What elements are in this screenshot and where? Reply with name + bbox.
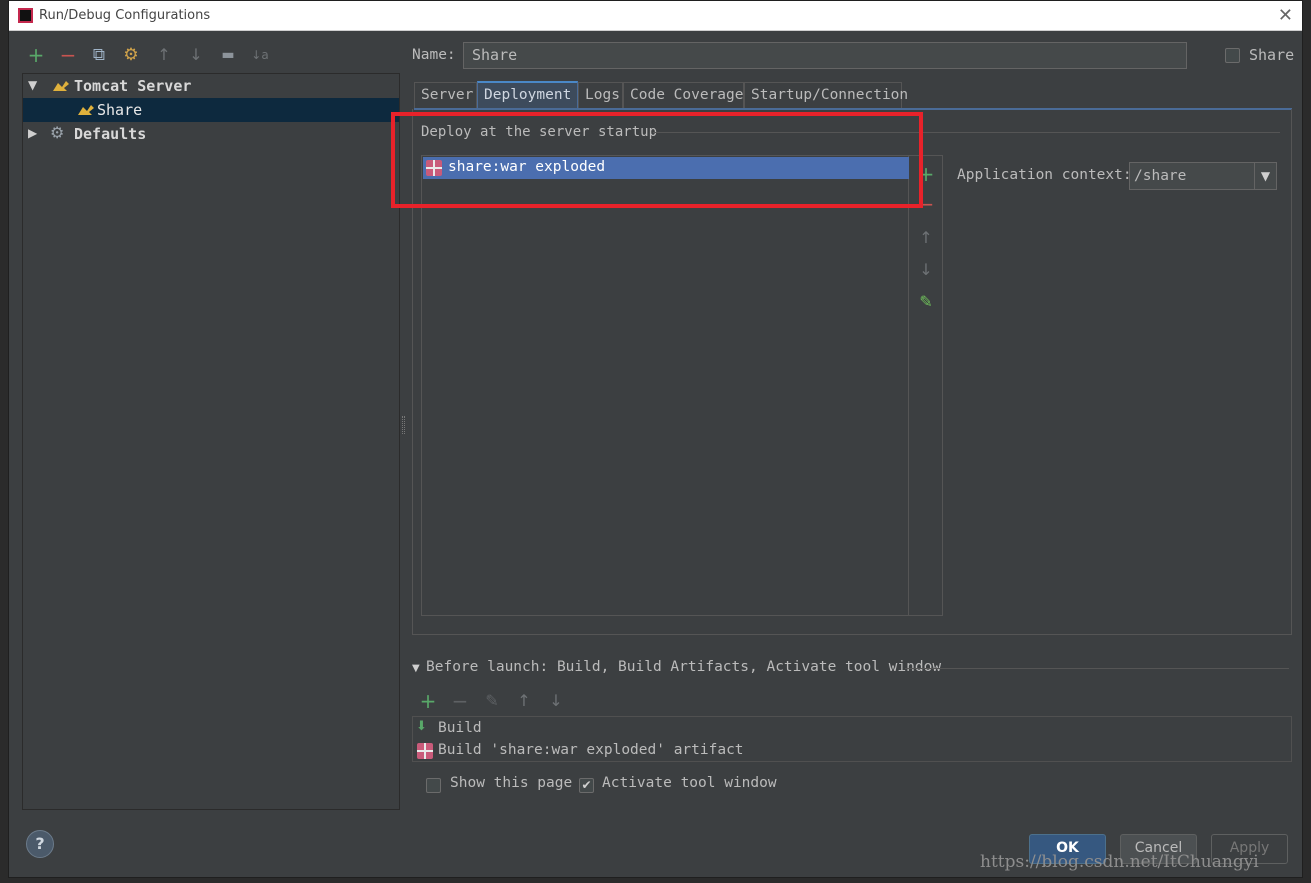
- share-checkbox[interactable]: [1225, 48, 1240, 63]
- build-icon: ⬇: [416, 719, 427, 734]
- artifact-icon: [417, 743, 433, 759]
- share-checkbox-label: Share: [1249, 46, 1295, 64]
- show-page-label: Show this page: [450, 775, 573, 791]
- intellij-app-icon: [18, 8, 33, 23]
- add-task-icon[interactable]: +: [418, 689, 438, 713]
- splitter-handle[interactable]: [402, 416, 405, 434]
- tree-item-share[interactable]: Share: [23, 98, 399, 122]
- tree-item-defaults[interactable]: ▶ ⚙ Defaults: [23, 122, 399, 146]
- list-item[interactable]: ⬇ Build: [413, 718, 1291, 740]
- activate-tool-label: Activate tool window: [602, 775, 777, 791]
- tree-item-tomcat-server[interactable]: ▼ Tomcat Server: [23, 74, 399, 98]
- collapsed-arrow-icon[interactable]: ▶: [28, 126, 37, 140]
- deployment-toolbar: + − ↑ ↓ ✎: [909, 155, 943, 616]
- tab-startup-connection[interactable]: Startup/Connection: [744, 82, 908, 109]
- folder-icon[interactable]: ▬: [218, 45, 238, 65]
- highlight-annotation: [391, 112, 923, 208]
- copy-config-icon[interactable]: ⧉: [89, 45, 109, 65]
- tree-item-label: Tomcat Server: [74, 77, 192, 95]
- move-up-icon[interactable]: ↑: [514, 691, 534, 710]
- add-config-button[interactable]: +: [26, 45, 46, 65]
- tree-item-label: Share: [97, 101, 143, 119]
- tab-logs[interactable]: Logs: [578, 82, 623, 109]
- chevron-down-icon[interactable]: ▼: [1254, 163, 1276, 189]
- name-input[interactable]: Share: [463, 42, 1187, 69]
- help-button[interactable]: ?: [26, 830, 54, 858]
- move-down-icon[interactable]: ↓: [186, 45, 206, 65]
- list-item[interactable]: Build 'share:war exploded' artifact: [413, 740, 1291, 762]
- sort-icon[interactable]: ↓a: [250, 45, 270, 65]
- dialog-window: Run/Debug Configurations ✕ + − ⧉ ⚙ ↑ ↓ ▬…: [8, 0, 1303, 878]
- move-down-icon[interactable]: ↓: [546, 691, 566, 710]
- edit-defaults-icon[interactable]: ⚙: [121, 45, 141, 65]
- name-label: Name:: [412, 47, 456, 63]
- remove-config-button[interactable]: −: [58, 45, 78, 65]
- tree-item-label: Defaults: [74, 125, 147, 143]
- show-page-checkbox[interactable]: [426, 778, 441, 793]
- tab-code-coverage[interactable]: Code Coverage: [623, 82, 744, 109]
- tab-server[interactable]: Server: [414, 82, 477, 109]
- move-up-icon[interactable]: ↑: [154, 45, 174, 65]
- edit-pencil-icon[interactable]: ✎: [916, 292, 936, 311]
- close-icon[interactable]: ✕: [1278, 5, 1293, 26]
- move-down-icon[interactable]: ↓: [916, 260, 936, 279]
- tomcat-icon: [78, 105, 94, 115]
- tab-deployment[interactable]: Deployment: [477, 81, 578, 109]
- wrench-icon: ⚙: [50, 123, 65, 142]
- section-divider: [905, 668, 1289, 669]
- move-up-icon[interactable]: ↑: [916, 228, 936, 247]
- app-context-label: Application context:: [957, 167, 1132, 183]
- edit-task-icon[interactable]: ✎: [482, 691, 502, 710]
- app-context-value: /share: [1134, 168, 1187, 184]
- remove-task-icon[interactable]: −: [450, 689, 470, 713]
- activate-tool-checkbox[interactable]: ✔: [579, 778, 594, 793]
- watermark-text: https://blog.csdn.net/ItChuangyi: [980, 852, 1259, 872]
- app-context-combobox[interactable]: /share ▼: [1129, 162, 1277, 190]
- configuration-tree: ▼ Tomcat Server Share ▶ ⚙ Defaults: [22, 73, 400, 810]
- before-launch-list: ⬇ Build Build 'share:war exploded' artif…: [412, 716, 1292, 762]
- expanded-arrow-icon[interactable]: ▼: [28, 78, 37, 92]
- list-item-label: Build: [438, 720, 482, 736]
- title-bar: Run/Debug Configurations ✕: [9, 1, 1302, 31]
- window-title: Run/Debug Configurations: [39, 8, 211, 23]
- collapse-arrow-icon[interactable]: ▼: [412, 663, 420, 674]
- deployment-artifact-list[interactable]: share:war exploded: [421, 155, 909, 616]
- before-launch-title[interactable]: Before launch: Build, Build Artifacts, A…: [426, 659, 941, 675]
- tomcat-icon: [53, 81, 69, 91]
- list-item-label: Build 'share:war exploded' artifact: [438, 742, 744, 758]
